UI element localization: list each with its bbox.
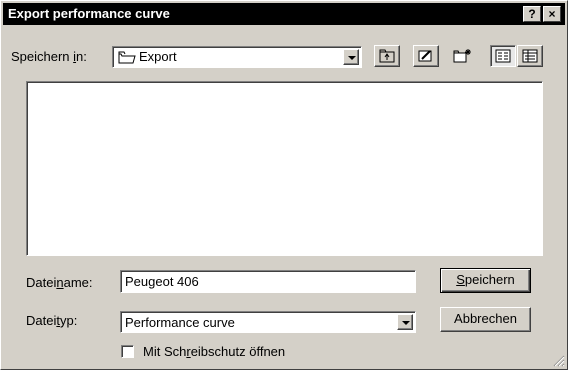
chevron-down-icon [402,321,410,325]
export-dialog: Export performance curve ? × Speichern i… [0,0,568,370]
list-view-button[interactable] [490,45,516,67]
cancel-button-label: Abbrechen [454,311,517,326]
help-button[interactable]: ? [523,6,541,22]
save-in-label: Speichern in: [11,49,87,64]
file-type-label: Dateityp: [26,313,78,328]
new-folder-icon [453,48,473,67]
details-view-button[interactable] [517,45,543,67]
window-title: Export performance curve [8,6,170,21]
folder-icon [118,51,136,67]
chevron-down-icon [348,56,356,60]
file-name-label: Dateiname: [26,275,93,290]
readonly-checkbox-label[interactable]: Mit Schreibschutz öffnen [143,344,285,359]
up-folder-icon [379,49,395,66]
cancel-button[interactable]: Abbrechen [440,307,531,332]
save-in-dropdown[interactable]: Export [112,46,362,68]
close-button[interactable]: × [543,6,561,22]
help-icon: ? [528,7,536,21]
readonly-checkbox[interactable] [121,345,134,358]
list-view-icon [495,49,511,66]
file-type-value: Performance curve [125,315,235,330]
file-type-dropdown[interactable]: Performance curve [120,311,416,333]
file-type-dropdown-button[interactable] [397,314,413,330]
save-button[interactable]: Speichern [440,268,531,293]
details-view-icon [522,49,538,66]
save-in-dropdown-button[interactable] [343,49,359,65]
up-one-level-button[interactable] [374,45,400,67]
title-bar[interactable]: Export performance curve ? × [3,3,565,25]
save-in-value: Export [139,49,177,64]
file-name-input[interactable]: Peugeot 406 [120,270,416,293]
file-list[interactable] [26,81,543,256]
resize-grip-icon[interactable] [551,353,565,367]
file-name-value: Peugeot 406 [125,274,199,289]
desktop-icon [418,49,434,66]
desktop-button[interactable] [413,45,439,67]
new-folder-button[interactable] [450,45,476,67]
close-icon: × [548,7,556,21]
